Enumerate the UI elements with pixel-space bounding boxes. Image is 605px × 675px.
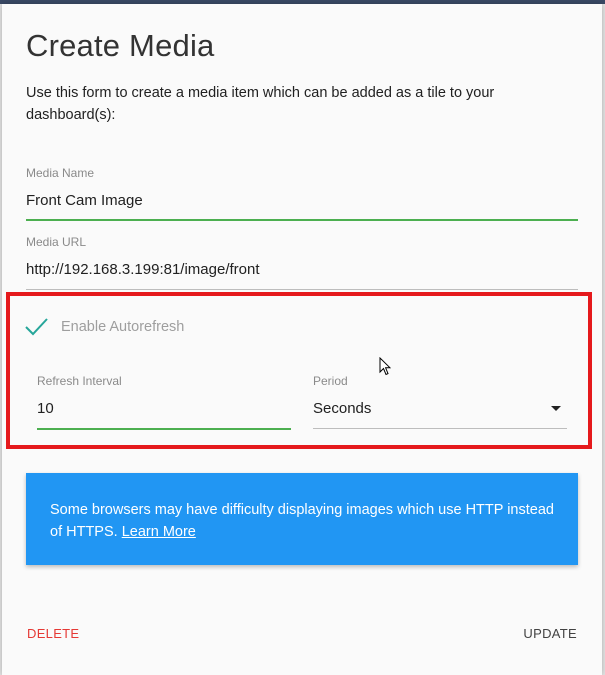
dialog-description: Use this form to create a media item whi…: [26, 85, 495, 123]
http-warning-banner: Some browsers may have difficulty displa…: [26, 473, 578, 565]
period-label: Period: [313, 374, 348, 388]
period-select[interactable]: Period Seconds: [313, 374, 567, 432]
media-name-label: Media Name: [26, 166, 95, 180]
media-url-underline: [26, 289, 578, 290]
autorefresh-label: Enable Autorefresh: [61, 319, 185, 335]
autorefresh-checkbox[interactable]: Enable Autorefresh: [24, 314, 184, 340]
delete-button[interactable]: DELETE: [27, 626, 79, 641]
media-url-label: Media URL: [26, 235, 87, 249]
mouse-cursor-icon: [379, 356, 392, 376]
media-url-field[interactable]: Media URL http://192.168.3.199:81/image/…: [26, 235, 578, 291]
refresh-interval-input[interactable]: 10: [37, 400, 54, 417]
media-name-underline: [26, 219, 578, 221]
refresh-interval-underline: [37, 428, 291, 430]
create-media-dialog: Create Media Use this form to create a m…: [2, 4, 602, 675]
media-name-field[interactable]: Media Name Front Cam Image: [26, 166, 578, 222]
dropdown-arrow-icon[interactable]: [551, 406, 561, 411]
refresh-interval-label: Refresh Interval: [37, 374, 122, 388]
period-selected-value: Seconds: [313, 400, 372, 417]
period-underline: [313, 428, 567, 429]
dialog-title: Create Media: [26, 28, 215, 63]
refresh-interval-field[interactable]: Refresh Interval 10: [37, 374, 291, 432]
learn-more-link[interactable]: Learn More: [122, 524, 196, 540]
check-icon: [24, 314, 50, 340]
media-url-input[interactable]: http://192.168.3.199:81/image/front: [26, 261, 260, 278]
media-name-input[interactable]: Front Cam Image: [26, 192, 143, 209]
update-button[interactable]: UPDATE: [523, 626, 577, 641]
